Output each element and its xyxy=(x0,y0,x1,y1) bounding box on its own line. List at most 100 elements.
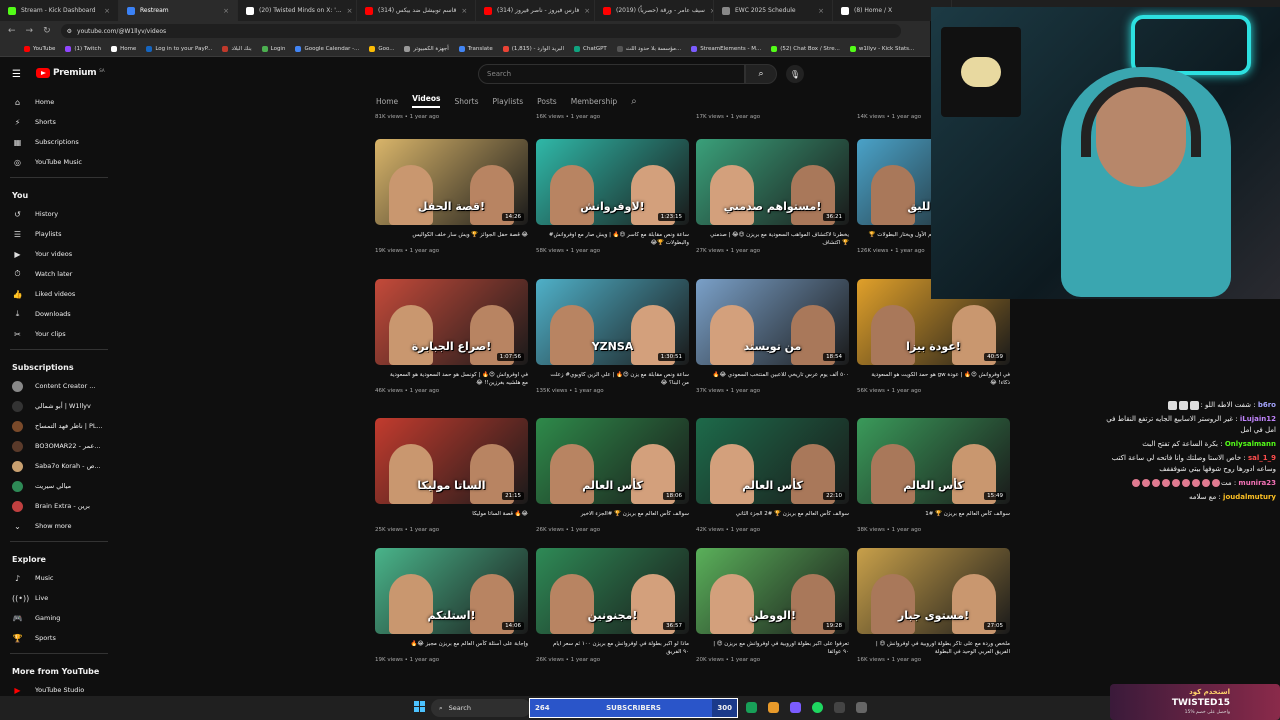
video-card[interactable]: مستواهم صدمني!36:21 ⋮ يخطرنا لاكتشاف الموا… xyxy=(696,139,849,254)
sidebar-item[interactable]: 🏆 Sports xyxy=(0,628,118,648)
more-options-icon[interactable]: ⋮ xyxy=(536,510,538,518)
tab-membership[interactable]: Membership xyxy=(571,97,617,106)
more-options-icon[interactable]: ⋮ xyxy=(375,510,377,518)
close-tab-icon[interactable]: × xyxy=(818,7,824,15)
bookmark-item[interactable]: YouTube xyxy=(24,45,55,52)
search-button[interactable]: ⌕ xyxy=(745,64,777,84)
more-options-icon[interactable]: ⋮ xyxy=(375,231,377,239)
video-thumbnail[interactable]: كأس العالم 18:06 xyxy=(536,418,689,504)
sidebar-item[interactable]: ▦ Subscriptions xyxy=(0,132,118,152)
sidebar-item[interactable]: ميالي سيريت xyxy=(0,476,118,496)
site-info-icon[interactable]: ⚙ xyxy=(67,28,72,35)
video-thumbnail[interactable]: من تويستد 18:54 xyxy=(696,279,849,365)
sidebar-item[interactable]: 🎮 Gaming xyxy=(0,608,118,628)
browser-tab[interactable]: Restream × xyxy=(119,0,238,21)
video-title[interactable]: ⋮ تعرفوا على اكبر بطولة اوروبية في اوفروا… xyxy=(696,640,849,656)
app-icon-2[interactable] xyxy=(768,702,779,713)
video-title[interactable]: ⋮ يخطرنا لاكتشاف المواهب السعودية مع بريز… xyxy=(696,231,849,247)
more-options-icon[interactable]: ⋮ xyxy=(857,510,859,518)
video-title[interactable]: ⋮ ساعة ونص مقابلة مع يزن 😍🔥 | علي الزين ك… xyxy=(536,371,689,387)
tab-shorts[interactable]: Shorts xyxy=(454,97,478,106)
windows-start-icon[interactable] xyxy=(414,701,426,713)
sidebar-item[interactable]: ناظر فهد التمساح | PL... xyxy=(0,416,118,436)
video-card[interactable]: قصة الحفل! 14:26 ⋮ 😂 قصة حفل الجوائز 🏆 ويش … xyxy=(375,139,528,254)
video-title[interactable]: ⋮ في اوفروانش 😍🔥 | كونسل هو حمد السعودية … xyxy=(375,371,528,387)
more-options-icon[interactable]: ⋮ xyxy=(857,640,859,648)
sidebar-item[interactable]: Saba7o Korah - ص... xyxy=(0,456,118,476)
video-thumbnail[interactable]: الووطن! 19:28 xyxy=(696,548,849,634)
video-card[interactable]: لاوفروانش! 1:23:15 ⋮ ساعة ونص مقابلة مع كاس… xyxy=(536,139,689,254)
video-title[interactable]: ⋮ ٥٠٠ ألف يوم عرس تاريخي للاعبين المنتخب … xyxy=(696,371,849,387)
sidebar-item[interactable]: أبو شمالي | W1llyv xyxy=(0,396,118,416)
sidebar-item[interactable]: ✂ Your clips xyxy=(0,324,118,344)
bookmark-item[interactable]: مؤسسة بلا حدود اللث... xyxy=(616,45,681,52)
sidebar-item[interactable]: ▶ Your videos xyxy=(0,244,118,264)
sidebar-item[interactable]: ☰ Playlists xyxy=(0,224,118,244)
discord-icon[interactable] xyxy=(790,702,801,713)
video-title[interactable]: ⋮ 😂🔥 قصة الساتا موليكا xyxy=(375,510,528,526)
video-card[interactable]: من تويستد 18:54 ⋮ ٥٠٠ ألف يوم عرس تاريخي لل… xyxy=(696,279,849,394)
video-title[interactable]: ⋮ في اوفروانش 😍🔥 | عودة gw هو حمد الكويت … xyxy=(857,371,1010,387)
video-thumbnail[interactable]: مستواهم صدمني! 36:21 xyxy=(696,139,849,225)
you-header[interactable]: You xyxy=(0,183,118,204)
video-card[interactable]: مستوى جبار! 27:05 ⋮ ملخص وردة مع على تاكر ب… xyxy=(857,548,1010,663)
app-icon-5[interactable] xyxy=(834,702,845,713)
sidebar-item[interactable]: ((•)) Live xyxy=(0,588,118,608)
tab-posts[interactable]: Posts xyxy=(537,97,557,106)
video-title[interactable]: ⋮ 😂 قصة حفل الجوائز 🏆 ويش سار خلف الكوالي… xyxy=(375,231,528,247)
more-options-icon[interactable]: ⋮ xyxy=(536,640,538,648)
app-icon-1[interactable] xyxy=(746,702,757,713)
video-card[interactable]: الساتا موليكا 21:15 ⋮ 😂🔥 قصة الساتا موليكا 2… xyxy=(375,418,528,533)
video-thumbnail[interactable]: استلتكم! 14:06 xyxy=(375,548,528,634)
video-title[interactable]: ⋮ سوالف كأس العالم مع بريزن 🏆 #الجزء الاخ… xyxy=(536,510,689,526)
more-options-icon[interactable]: ⋮ xyxy=(696,640,698,648)
show-more-button[interactable]: ⌄ Show more xyxy=(0,516,118,536)
video-thumbnail[interactable]: لاوفروانش! 1:23:15 xyxy=(536,139,689,225)
browser-tab[interactable]: (2019) سيف عامر - ورقة (حصرياً)× xyxy=(595,0,714,21)
tab-home[interactable]: Home xyxy=(376,97,398,106)
search-icon[interactable]: ⌕ xyxy=(631,96,637,107)
back-icon[interactable]: ← xyxy=(8,26,16,36)
bookmark-item[interactable]: w1llyv - Kick Stats... xyxy=(849,45,914,52)
video-card[interactable]: مجنونين! 36:57 ⋮ ماذا لو اكبر بطولة في اوفر… xyxy=(536,548,689,663)
video-card[interactable]: كأس العالم 22:10 ⋮ سوالف كأس العالم مع بريز… xyxy=(696,418,849,533)
video-card[interactable]: YZNSA 1:30:51 ⋮ ساعة ونص مقابلة مع يزن 😍🔥 |… xyxy=(536,279,689,394)
more-options-icon[interactable]: ⋮ xyxy=(375,640,377,648)
video-thumbnail[interactable]: كأس العالم 15:49 xyxy=(857,418,1010,504)
sidebar-item[interactable]: ◎ YouTube Music xyxy=(0,152,118,172)
video-thumbnail[interactable]: YZNSA 1:30:51 xyxy=(536,279,689,365)
browser-tab[interactable]: EWC 2025 Schedule × xyxy=(714,0,833,21)
video-thumbnail[interactable]: قصة الحفل! 14:26 xyxy=(375,139,528,225)
more-options-icon[interactable]: ⋮ xyxy=(696,231,698,239)
video-title[interactable]: ⋮ وإجابة على أسئلة كأس العالم مع بريزن مج… xyxy=(375,640,528,656)
browser-tab[interactable]: (314) قاسم توبيشل ضد بيكس × xyxy=(357,0,476,21)
bookmark-item[interactable]: بنك البلاد xyxy=(222,45,252,52)
video-card[interactable]: استلتكم! 14:06 ⋮ وإجابة على أسئلة كأس العال… xyxy=(375,548,528,663)
more-options-icon[interactable]: ⋮ xyxy=(696,371,698,379)
voice-search-button[interactable]: 🎙 xyxy=(786,65,804,83)
video-title[interactable]: ⋮ ساعة ونص مقابلة مع كاسر 😍🔥 | ويش صار مع… xyxy=(536,231,689,247)
close-tab-icon[interactable]: × xyxy=(584,7,590,15)
address-bar[interactable]: ⚙ youtube.com/@W1llyv/videos xyxy=(60,24,901,38)
bookmark-item[interactable]: (1) Twitch xyxy=(65,45,101,52)
bookmark-item[interactable]: أجهزة الكمبيوتر xyxy=(404,45,449,52)
close-tab-icon[interactable]: × xyxy=(223,7,229,15)
bookmark-item[interactable]: Google Calendar -... xyxy=(295,45,359,52)
video-title[interactable]: ⋮ سوالف كأس العالم مع بريزن 🏆 #2 الجزء ال… xyxy=(696,510,849,526)
video-title[interactable]: ⋮ سوالف كأس العالم مع بريزن 🏆 #1 xyxy=(857,510,1010,526)
menu-icon[interactable]: ☰ xyxy=(12,69,21,80)
browser-tab[interactable]: Stream - Kick Dashboard × xyxy=(0,0,119,21)
sidebar-item[interactable]: ♪ Music xyxy=(0,568,118,588)
close-tab-icon[interactable]: × xyxy=(104,7,110,15)
bookmark-item[interactable]: البريد الوارد - (1,815) xyxy=(502,45,564,52)
video-thumbnail[interactable]: صراع الجبابرة! 1:07:56 xyxy=(375,279,528,365)
sidebar-item[interactable]: ⚡ Shorts xyxy=(0,112,118,132)
more-options-icon[interactable]: ⋮ xyxy=(375,371,377,379)
video-title[interactable]: ⋮ ماذا لو اكبر بطولة في اوفروانش مع بريزن… xyxy=(536,640,689,656)
forward-icon[interactable]: → xyxy=(26,26,34,36)
sidebar-item[interactable]: ⤓ Downloads xyxy=(0,304,118,324)
sidebar-item[interactable]: ⏱ Watch later xyxy=(0,264,118,284)
more-options-icon[interactable]: ⋮ xyxy=(857,231,859,239)
sidebar-item[interactable]: ↺ History xyxy=(0,204,118,224)
sidebar-item[interactable]: Brain Extra - برين xyxy=(0,496,118,516)
